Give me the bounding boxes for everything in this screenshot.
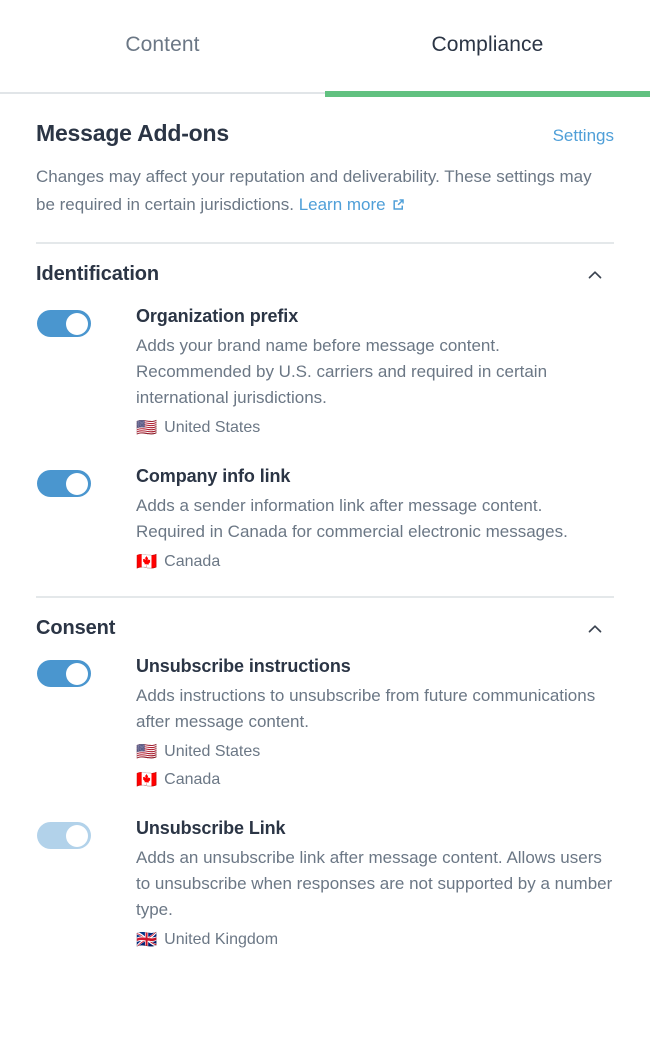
toggle-knob [66,662,88,685]
toggle-company-info-link[interactable] [37,470,91,497]
page-title: Message Add-ons [36,120,229,146]
jurisdiction-label: United States [164,743,261,760]
toggle-organization-prefix[interactable] [37,310,91,337]
jurisdiction-label: United Kingdom [164,931,279,948]
jurisdiction-row: 🇺🇸 United States [136,738,614,766]
addon-body: Organization prefix Adds your brand name… [136,306,614,442]
toggle-knob [66,312,88,335]
list-item: Company info link Adds a sender informat… [36,444,614,578]
flag-united-states-icon: 🇺🇸 [136,741,158,762]
flag-canada-icon: 🇨🇦 [136,551,158,572]
jurisdiction-label: Canada [164,553,221,570]
jurisdiction-row: 🇬🇧 United Kingdom [136,926,614,954]
flag-canada-icon: 🇨🇦 [136,769,158,790]
toggle-unsubscribe-instructions[interactable] [37,660,91,687]
list-item: Unsubscribe instructions Adds instructio… [36,646,614,796]
list-item: Unsubscribe Link Adds an unsubscribe lin… [36,796,614,956]
addon-title: Organization prefix [136,306,299,326]
tab-compliance-label: Compliance [431,33,544,56]
settings-link[interactable]: Settings [553,126,614,146]
flag-united-states-icon: 🇺🇸 [136,417,158,438]
flag-united-kingdom-icon: 🇬🇧 [136,929,158,950]
toggle-knob [66,472,88,495]
jurisdiction-row: 🇺🇸 United States [136,414,614,442]
list-item: Organization prefix Adds your brand name… [36,292,614,444]
addon-description: Adds instructions to unsubscribe from fu… [136,686,596,731]
addon-description: Adds a sender information link after mes… [136,496,568,541]
section-consent-title: Consent [36,617,116,639]
addon-body: Company info link Adds a sender informat… [136,466,614,576]
jurisdiction-label: United States [164,419,261,436]
section-identification: Identification Organization prefix Adds … [36,244,614,578]
toggle-knob [66,824,88,847]
section-identification-title: Identification [36,263,160,285]
tab-content-label: Content [125,33,200,56]
addon-body: Unsubscribe Link Adds an unsubscribe lin… [136,818,614,954]
tab-bar: Content Compliance [0,0,650,97]
jurisdiction-row: 🇨🇦 Canada [136,766,614,794]
message-addons-panel: Message Add-ons Settings Changes may aff… [0,94,650,956]
addon-title: Unsubscribe Link [136,818,286,838]
external-link-icon [391,193,406,221]
section-consent-header[interactable]: Consent [36,598,614,646]
addon-description: Adds your brand name before message cont… [136,336,548,407]
chevron-up-icon[interactable] [586,266,604,284]
panel-description: Changes may affect your reputation and d… [36,163,614,221]
addon-body: Unsubscribe instructions Adds instructio… [136,656,614,794]
tab-content[interactable]: Content [0,0,325,92]
panel-header: Message Add-ons Settings [36,94,614,147]
learn-more-label: Learn more [298,195,386,214]
jurisdiction-row: 🇨🇦 Canada [136,548,614,576]
toggle-unsubscribe-link [37,822,91,849]
tab-compliance[interactable]: Compliance [325,0,650,97]
addon-title: Unsubscribe instructions [136,656,351,676]
addon-description: Adds an unsubscribe link after message c… [136,848,613,919]
section-consent: Consent Unsubscribe instructions Adds in… [36,598,614,956]
section-identification-header[interactable]: Identification [36,244,614,292]
chevron-up-icon[interactable] [586,620,604,638]
learn-more-link[interactable]: Learn more [299,195,406,214]
jurisdiction-label: Canada [164,771,221,788]
addon-title: Company info link [136,466,291,486]
